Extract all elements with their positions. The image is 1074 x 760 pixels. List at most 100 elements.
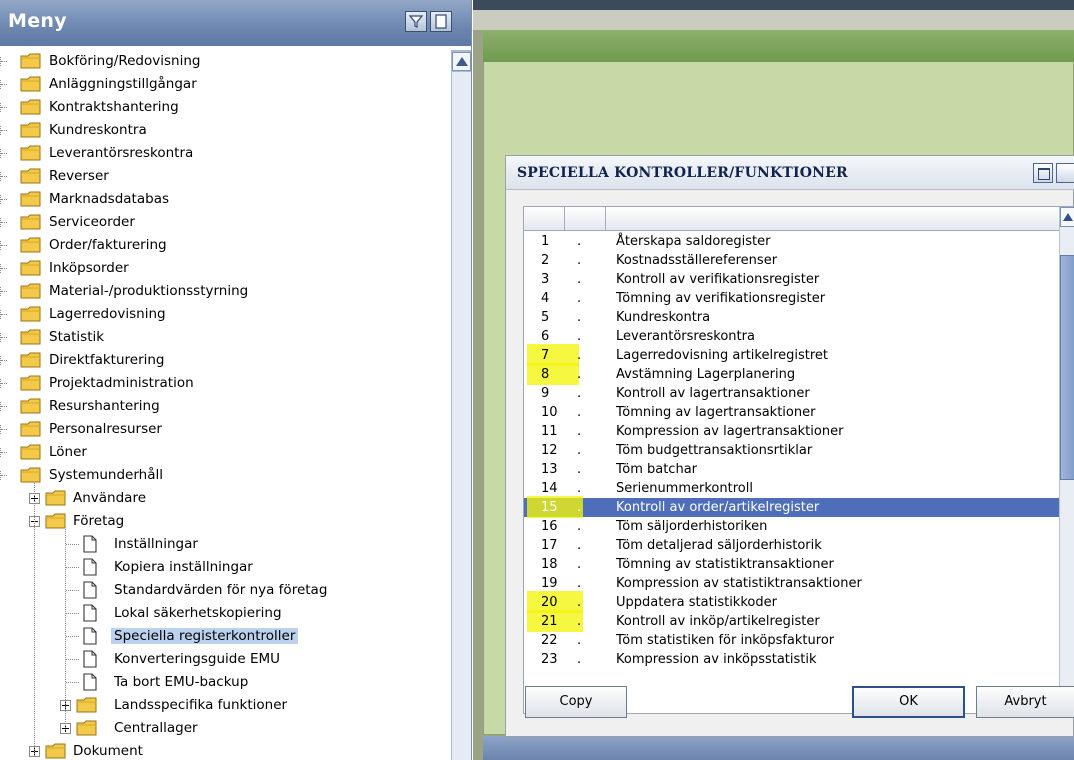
grid-cell-number: 2 [541,253,550,268]
tree-connector [65,529,66,730]
folder-icon [20,168,42,184]
grid-cell-marker: . [577,519,582,534]
grid-row[interactable]: 2. Kostnadsställereferenser [524,251,1059,270]
grid-cell-marker: . [577,405,582,420]
grid-row[interactable]: 3. Kontroll av verifikationsregister [524,270,1059,289]
document-icon [83,673,97,691]
grid-row[interactable]: 13. Töm batchar [524,460,1059,479]
menu-leaf[interactable]: Konverteringsguide EMU [0,648,450,671]
menu-item[interactable]: Projektadministration [0,372,450,395]
grid-row[interactable]: 1. Återskapa saldoregister [524,232,1059,251]
highlight-mark [527,363,579,385]
ok-button[interactable]: OK [852,686,965,718]
grid-cell-number: 5 [541,310,550,325]
grid-row[interactable]: 16. Töm säljorderhistoriken [524,517,1059,536]
tree-connector [0,333,10,342]
grid-cell-description: Tömning av verifikationsregister [616,291,826,306]
menu-leaf[interactable]: Ta bort EMU-backup [0,671,450,694]
grid-header-description[interactable] [606,207,1059,230]
menu-leaf[interactable]: Inställningar [0,533,450,556]
menu-subfolder[interactable]: Centrallager [0,717,450,740]
filter-icon[interactable] [405,11,427,32]
grid-row[interactable]: 14. Serienummerkontroll [524,479,1059,498]
menu-item[interactable]: Material-/produktionsstyrning [0,280,450,303]
scroll-up-icon[interactable] [452,52,471,71]
menu-item[interactable]: Leverantörsreskontra [0,142,450,165]
menu-scrollbar[interactable] [451,50,471,760]
app-topbar [473,0,1074,10]
grid-header-marker[interactable] [565,207,606,230]
menu-item[interactable]: Marknadsdatabas [0,188,450,211]
grid-row[interactable]: 19. Kompression av statistiktransaktioner [524,574,1059,593]
folder-icon [20,444,42,460]
dialog-titlebar: SPECIELLA KONTROLLER/FUNKTIONER [506,156,1074,190]
grid-cell-marker: . [577,538,582,553]
cancel-button[interactable]: Avbryt [976,686,1074,718]
grid-row[interactable]: 21. Kontroll av inköp/artikelregister [524,610,1059,632]
folder-icon [20,53,42,69]
menu-item[interactable]: Resurshantering [0,395,450,418]
menu-item[interactable]: Inköpsorder [0,257,450,280]
grid-row[interactable]: 9. Kontroll av lagertransaktioner [524,384,1059,403]
menu-item[interactable]: Reverser [0,165,450,188]
grid-row[interactable]: 5. Kundreskontra [524,308,1059,327]
grid-row[interactable]: 22. Töm statistiken för inköpsfakturor [524,631,1059,650]
menu-item[interactable]: Kontraktshantering [0,96,450,119]
menu-item[interactable]: Kundreskontra [0,119,450,142]
menu-subfolder[interactable]: Landsspecifika funktioner [0,694,450,717]
grid-cell-marker: . [577,234,582,249]
menu-leaf[interactable]: Standardvärden för nya företag [0,579,450,602]
menu-item[interactable]: Löner [0,441,450,464]
grid-row[interactable]: 20. Uppdatera statistikkoder [524,591,1059,613]
grid-scroll-thumb[interactable] [1060,255,1074,480]
grid-row-selected[interactable]: 15. Kontroll av order/artikelregister [524,496,1059,518]
grid-cell-number: 7 [541,348,550,363]
grid-row[interactable]: 10. Tömning av lagertransaktioner [524,403,1059,422]
menu-item[interactable]: Systemunderhåll [0,464,450,487]
menu-item[interactable]: Personalresurser [0,418,450,441]
grid-row[interactable]: 7. Lagerredovisning artikelregistret [524,344,1059,366]
grid-row[interactable]: 8. Avstämning Lagerplanering [524,363,1059,385]
grid-row[interactable]: 4. Tömning av verifikationsregister [524,289,1059,308]
menu-item-label: Bokföring/Redovisning [49,53,201,69]
menu-subitem[interactable]: Användare [0,487,450,510]
document-icon [83,558,97,576]
tree-connector [34,483,35,756]
menu-item-label: Löner [49,444,87,460]
grid-row[interactable]: 12. Töm budgettransaktionsrtiklar [524,441,1059,460]
dock-icon[interactable] [430,11,452,32]
menu-item[interactable]: Order/fakturering [0,234,450,257]
menu-item-label: Leverantörsreskontra [49,145,194,161]
grid-row[interactable]: 18. Tömning av statistiktransaktioner [524,555,1059,574]
grid-row[interactable]: 23. Kompression av inköpsstatistik [524,650,1059,669]
menu-item[interactable]: Bokföring/Redovisning [0,50,450,73]
menu-leaf-label: Lokal säkerhetskopiering [114,605,282,621]
scroll-track[interactable] [452,72,471,760]
menu-leaf-label: Kopiera inställningar [114,559,253,575]
grid-scrollbar[interactable] [1059,207,1074,713]
close-icon[interactable] [1056,163,1074,183]
grid-cell-marker: . [577,462,582,477]
menu-item[interactable]: Serviceorder [0,211,450,234]
grid-header-number[interactable] [524,207,565,230]
menu-item[interactable]: Lagerredovisning [0,303,450,326]
menu-item-partial[interactable]: Dokument [0,740,450,760]
grid-scroll-up-icon[interactable] [1060,207,1074,227]
menu-item[interactable]: Statistik [0,326,450,349]
menu-leaf[interactable]: Lokal säkerhetskopiering [0,602,450,625]
folder-icon [20,237,42,253]
copy-button[interactable]: Copy [525,686,627,718]
menu-item[interactable]: Anläggningstillgångar [0,73,450,96]
tree-connector [0,287,10,296]
menu-item[interactable]: Direktfakturering [0,349,450,372]
grid-row[interactable]: 6. Leverantörsreskontra [524,327,1059,346]
menu-subitem[interactable]: Företag [0,510,450,533]
maximize-icon[interactable] [1033,163,1053,183]
grid-cell-description: Töm statistiken för inköpsfakturor [616,633,835,648]
grid-row[interactable]: 11. Kompression av lagertransaktioner [524,422,1059,441]
menu-leaf[interactable]: Kopiera inställningar [0,556,450,579]
grid-cell-description: Kompression av inköpsstatistik [616,652,817,667]
menu-leaf-selected[interactable]: Speciella registerkontroller [0,625,450,648]
grid-row[interactable]: 17. Töm detaljerad säljorderhistorik [524,536,1059,555]
folder-icon [20,306,42,322]
